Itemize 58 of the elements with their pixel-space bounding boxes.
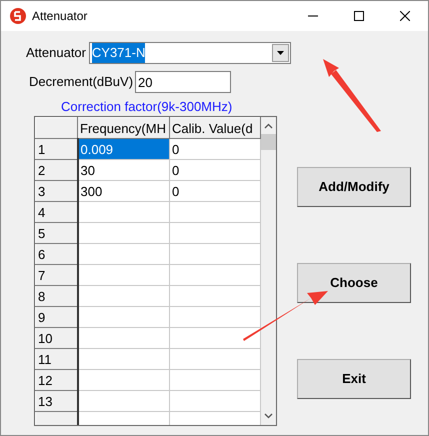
window-title: Attenuator: [32, 8, 88, 25]
table-cell[interactable]: [170, 202, 260, 222]
scrollbar[interactable]: [261, 117, 276, 425]
table-cell[interactable]: 300: [78, 180, 170, 202]
table-cell[interactable]: [170, 306, 260, 328]
decrement-field[interactable]: 20: [135, 71, 232, 93]
table-cell[interactable]: [170, 348, 260, 370]
close-icon[interactable]: [400, 11, 410, 21]
row-header[interactable]: 2: [36, 160, 78, 180]
row-header[interactable]: 4: [36, 202, 78, 222]
caret-icon: [277, 51, 284, 55]
table-cell[interactable]: [170, 222, 260, 244]
table-cell[interactable]: 0: [170, 138, 260, 160]
table-cell[interactable]: [78, 202, 170, 222]
table-cell[interactable]: [78, 390, 170, 412]
row-header[interactable]: 5: [36, 222, 78, 244]
table-cell[interactable]: 0: [170, 160, 260, 180]
decrement-label: Decrement(dBuV): [29, 73, 134, 92]
table-cell[interactable]: [170, 390, 260, 412]
row-header[interactable]: 12: [36, 370, 78, 390]
action-button[interactable]: Exit: [297, 359, 411, 399]
action-button[interactable]: Choose: [297, 263, 411, 303]
row-header[interactable]: 11: [36, 348, 78, 370]
table-cell[interactable]: [78, 222, 170, 244]
table-cell[interactable]: 0.009: [78, 138, 170, 160]
scroll-thumb[interactable]: [261, 134, 276, 150]
app-logo-icon: [10, 8, 26, 24]
table-cell[interactable]: [78, 264, 170, 286]
table-cell[interactable]: [78, 286, 170, 306]
table-cell[interactable]: [170, 370, 260, 390]
table-cell[interactable]: [170, 264, 260, 286]
dropdown-value: CY371-N: [92, 43, 146, 63]
table-cell[interactable]: [78, 328, 170, 348]
row-header[interactable]: 7: [36, 264, 78, 286]
row-header[interactable]: 1: [36, 138, 78, 160]
scroll-up-icon[interactable]: [264, 123, 273, 129]
table-cell[interactable]: [170, 244, 260, 264]
table-cell[interactable]: [78, 244, 170, 264]
attenuator-dropdown[interactable]: CY371-N: [88, 42, 291, 64]
row-header[interactable]: 10: [36, 328, 78, 348]
table-cell[interactable]: 30: [78, 160, 170, 180]
row-header[interactable]: 6: [36, 244, 78, 264]
row-header[interactable]: 13: [36, 390, 78, 412]
row-header[interactable]: 8: [36, 286, 78, 306]
attenuator-label: Attenuator: [26, 44, 87, 62]
action-button[interactable]: Add/Modify: [297, 167, 411, 207]
table-cell[interactable]: [170, 286, 260, 306]
row-header[interactable]: 3: [36, 180, 78, 202]
column-header[interactable]: Calib. Value(d: [170, 118, 260, 138]
maximize-icon[interactable]: [354, 11, 364, 21]
row-header[interactable]: 9: [36, 306, 78, 328]
table-cell[interactable]: 0: [170, 180, 260, 202]
column-header[interactable]: Frequency(MH: [78, 118, 170, 138]
table-cell[interactable]: [78, 306, 170, 328]
table-cell[interactable]: [78, 370, 170, 390]
table-cell[interactable]: [78, 348, 170, 370]
correction-title: Correction factor(9k-300MHz): [60, 98, 234, 115]
scroll-down-icon[interactable]: [264, 413, 273, 419]
